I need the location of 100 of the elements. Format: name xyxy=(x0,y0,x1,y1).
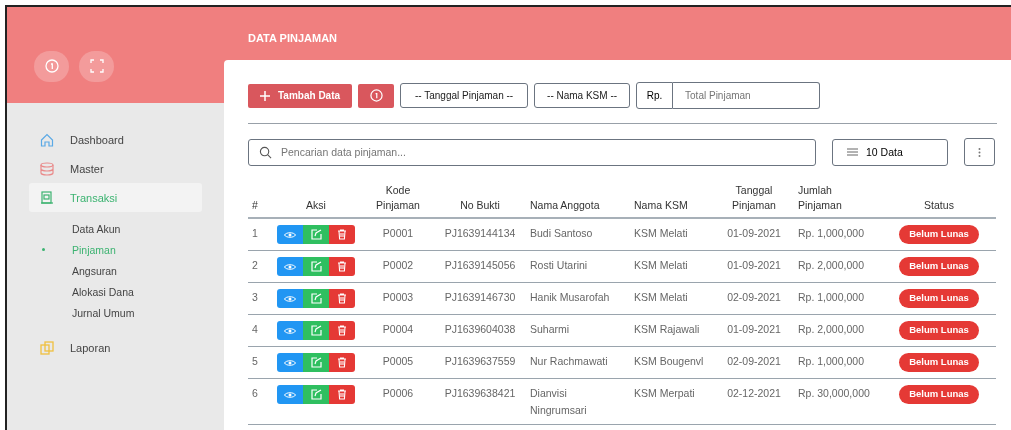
amount-field[interactable]: Total Pinjaman xyxy=(673,82,821,109)
info-button[interactable] xyxy=(34,50,69,82)
fullscreen-icon xyxy=(89,59,104,73)
table-cell: Rp. 1,000,000 xyxy=(798,355,864,368)
edit-icon xyxy=(310,389,322,401)
table-cell: 3 xyxy=(252,291,258,304)
table-cell: 02-09-2021 xyxy=(727,355,781,368)
table-cell: 01-09-2021 xyxy=(727,259,781,272)
table-cell: Rosti Utarini xyxy=(530,259,588,272)
trash-icon xyxy=(337,357,347,369)
column-header: No Bukti xyxy=(460,198,500,211)
delete-button[interactable] xyxy=(329,257,355,277)
status-badge: Belum Lunas xyxy=(899,353,979,372)
edit-icon xyxy=(310,261,322,273)
trash-icon xyxy=(337,389,347,401)
table-cell: KSM Melati xyxy=(634,227,688,240)
edit-button[interactable] xyxy=(303,289,329,309)
table-cell: 1 xyxy=(252,227,258,240)
table-cell: 2 xyxy=(252,259,258,272)
table-cell: PJ1639144134 xyxy=(444,227,516,240)
ksm-dropdown[interactable]: -- Nama KSM -- xyxy=(534,83,631,108)
eye-icon xyxy=(284,230,296,239)
trash-icon xyxy=(337,325,347,337)
column-header: Kode Pinjaman xyxy=(376,184,420,211)
edit-button[interactable] xyxy=(303,385,329,405)
more-button[interactable] xyxy=(964,138,995,166)
status-badge: Belum Lunas xyxy=(899,289,979,308)
eye-icon xyxy=(284,262,296,271)
table-cell: P0006 xyxy=(382,387,414,400)
submenu-item[interactable]: Alokasi Dana xyxy=(42,281,202,302)
table-cell: Rp. 30,000,000 xyxy=(798,387,870,400)
add-button[interactable]: Tambah Data xyxy=(248,83,353,108)
sidebar-item[interactable]: Laporan xyxy=(29,333,202,362)
table-cell: P0002 xyxy=(382,259,414,272)
edit-button[interactable] xyxy=(303,353,329,373)
page-title: DATA PINJAMAN xyxy=(247,31,338,46)
edit-button[interactable] xyxy=(303,321,329,341)
database-icon xyxy=(40,161,54,176)
table-cell: P0005 xyxy=(382,355,414,368)
delete-button[interactable] xyxy=(329,225,355,245)
table-cell: 6 xyxy=(252,387,258,400)
column-header: Status xyxy=(924,198,954,211)
trash-icon xyxy=(337,261,347,273)
submenu-item[interactable]: Angsuran xyxy=(42,260,202,281)
table-cell: Rp. 1,000,000 xyxy=(798,291,864,304)
table-cell: PJ1639604038 xyxy=(444,323,516,336)
eye-icon xyxy=(284,358,296,367)
view-button[interactable] xyxy=(277,257,303,277)
delete-button[interactable] xyxy=(329,289,355,309)
trash-icon xyxy=(337,229,347,241)
submenu-item[interactable]: Data Akun xyxy=(42,218,202,239)
column-header: Jumlah Pinjaman xyxy=(798,184,842,211)
status-badge: Belum Lunas xyxy=(899,385,979,404)
delete-button[interactable] xyxy=(329,385,355,405)
info-button[interactable] xyxy=(358,83,395,108)
status-badge: Belum Lunas xyxy=(899,225,979,244)
column-header: Nama Anggota xyxy=(530,198,600,211)
table-cell: Dianvisi Ningrumsari xyxy=(530,387,587,416)
trash-icon xyxy=(337,293,347,305)
edit-icon xyxy=(310,293,322,305)
submenu-item[interactable]: Jurnal Umum xyxy=(42,302,202,323)
view-button[interactable] xyxy=(277,385,303,405)
edit-button[interactable] xyxy=(303,257,329,277)
view-button[interactable] xyxy=(277,353,303,373)
sidebar-item[interactable]: Dashboard xyxy=(29,125,202,154)
view-button[interactable] xyxy=(277,321,303,341)
copy-icon xyxy=(40,340,54,355)
table-cell: KSM Bougenvl xyxy=(634,355,704,368)
table-cell: Hanik Musarofah xyxy=(530,291,610,304)
table-cell: PJ1639637559 xyxy=(444,355,516,368)
table-cell: Budi Santoso xyxy=(530,227,593,240)
fullscreen-button[interactable] xyxy=(79,50,114,82)
table-cell: Suharmi xyxy=(530,323,570,336)
search-field[interactable]: Pencarian data pinjaman... xyxy=(248,138,816,166)
table-cell: Rp. 2,000,000 xyxy=(798,323,864,336)
table-cell: 5 xyxy=(252,355,258,368)
more-icon xyxy=(978,147,981,157)
view-button[interactable] xyxy=(277,225,303,245)
table-cell: Rp. 1,000,000 xyxy=(798,227,864,240)
edit-icon xyxy=(310,357,322,369)
menu-icon xyxy=(847,148,858,156)
sidebar-item[interactable]: Master xyxy=(29,154,202,183)
search-icon xyxy=(259,145,272,159)
home-icon xyxy=(40,132,54,147)
date-dropdown[interactable]: -- Tanggal Pinjaman -- xyxy=(400,83,529,108)
table-cell: KSM Melati xyxy=(634,291,688,304)
edit-button[interactable] xyxy=(303,225,329,245)
table-cell: P0004 xyxy=(382,323,414,336)
table-cell: KSM Melati xyxy=(634,259,688,272)
status-badge: Belum Lunas xyxy=(899,321,979,340)
info-icon xyxy=(369,89,383,102)
eye-icon xyxy=(284,390,296,399)
edit-icon xyxy=(310,325,322,337)
status-badge: Belum Lunas xyxy=(899,257,979,276)
delete-button[interactable] xyxy=(329,353,355,373)
table-cell: 4 xyxy=(252,323,258,336)
plus-icon xyxy=(260,90,270,101)
delete-button[interactable] xyxy=(329,321,355,341)
page-size-dropdown[interactable]: 10 Data xyxy=(832,138,948,166)
view-button[interactable] xyxy=(277,289,303,309)
